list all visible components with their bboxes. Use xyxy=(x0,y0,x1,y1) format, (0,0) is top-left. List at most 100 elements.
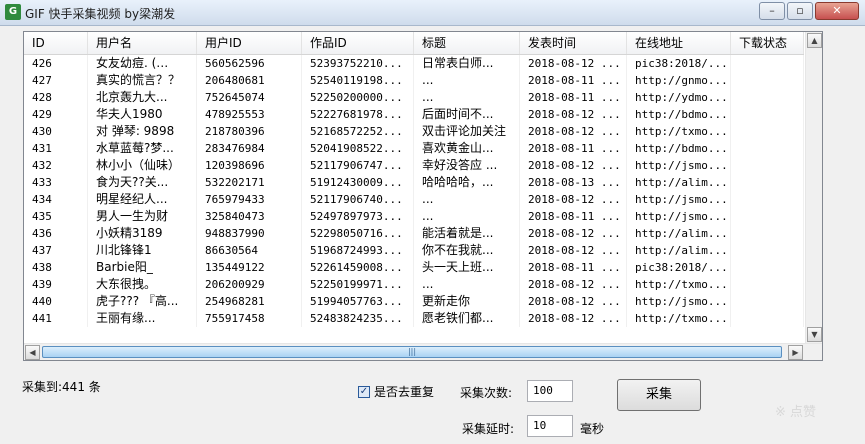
table-row[interactable]: 431 水草蓝莓?梦... 283476984 52041908522... 喜欢黄金山… xyxy=(24,140,804,157)
table-cell: 真实的慌言？？ xyxy=(88,72,197,89)
table-cell: http://ydmo... xyxy=(627,89,731,106)
vertical-scrollbar[interactable]: ▲ ▼ xyxy=(805,32,822,344)
table-row[interactable]: 437 川北锋锋1 86630564 51968724993... 你不在我就... 20… xyxy=(24,242,804,259)
table-cell: 愿老铁们都... xyxy=(414,310,520,327)
table-row[interactable]: 430 对 弹琴: 9898 218780396 52168572252... 双击评论… xyxy=(24,123,804,140)
collected-count: 采集到:441 条 xyxy=(22,380,101,394)
table-row[interactable]: 433 食为天??关... 532202171 51912430009... 哈哈哈哈，… xyxy=(24,174,804,191)
table-cell: ... xyxy=(414,208,520,225)
table-cell: 752645074 xyxy=(197,89,302,106)
table-cell: 2018-08-11 ... xyxy=(520,259,627,276)
column-header[interactable]: 用户名 xyxy=(88,32,197,54)
table-row[interactable]: 438 Barbie阳_ 135449122 52261459008... 头一天上班.… xyxy=(24,259,804,276)
table-cell: 52227681978... xyxy=(302,106,414,123)
table-cell xyxy=(731,276,804,293)
table-cell: 206200929 xyxy=(197,276,302,293)
table-cell: http://txmo... xyxy=(627,123,731,140)
table-cell: 男人一生为财 xyxy=(88,208,197,225)
table-cell: 林小小（仙味） xyxy=(88,157,197,174)
video-list[interactable]: ID 用户名 用户ID 作品ID 标题 发表时间 在线地址 下载状态 426 女友幼痘. (… 5… xyxy=(23,31,823,361)
table-row[interactable]: 439 大东很拽。 206200929 52250199971...... 2018-0… xyxy=(24,276,804,293)
table-cell: 52168572252... xyxy=(302,123,414,140)
table-cell xyxy=(731,72,804,89)
column-header[interactable]: 发表时间 xyxy=(520,32,627,54)
table-cell: http://jsmo... xyxy=(627,157,731,174)
table-cell xyxy=(731,174,804,191)
table-cell: 水草蓝莓?梦... xyxy=(88,140,197,157)
table-cell: 439 xyxy=(24,276,88,293)
table-cell: ... xyxy=(414,89,520,106)
table-cell: 432 xyxy=(24,157,88,174)
table-row[interactable]: 432 林小小（仙味） 120398696 52117906747... 幸好没答应 .… xyxy=(24,157,804,174)
table-cell xyxy=(731,293,804,310)
table-cell: 254968281 xyxy=(197,293,302,310)
table-row[interactable]: 436 小妖精3189 948837990 52298050716... 能活着就是..… xyxy=(24,225,804,242)
table-row[interactable]: 441 王丽有缘... 755917458 52483824235... 愿老铁们都.… xyxy=(24,310,804,327)
table-cell: 436 xyxy=(24,225,88,242)
table-cell: 431 xyxy=(24,140,88,157)
table-row[interactable]: 435 男人一生为财 325840473 52497897973...... 2018-… xyxy=(24,208,804,225)
table-cell: 头一天上班... xyxy=(414,259,520,276)
scroll-up-button[interactable]: ▲ xyxy=(807,33,822,48)
collect-button[interactable]: 采集 xyxy=(617,379,701,411)
delay-unit: 毫秒 xyxy=(580,422,605,436)
table-row[interactable]: 427 真实的慌言？？ 206480681 52540119198...... 2018… xyxy=(24,72,804,89)
table-cell xyxy=(731,55,804,72)
table-cell: 52250199971... xyxy=(302,276,414,293)
close-button[interactable]: ✕ xyxy=(815,2,859,20)
table-cell: 428 xyxy=(24,89,88,106)
column-header[interactable]: 下载状态 xyxy=(731,32,804,54)
scroll-right-button[interactable]: ▶ xyxy=(788,345,803,360)
dedupe-option[interactable]: ✓ 是否去重复 xyxy=(358,383,434,400)
column-header[interactable]: 用户ID xyxy=(197,32,302,54)
table-cell: 755917458 xyxy=(197,310,302,327)
table-cell: 能活着就是... xyxy=(414,225,520,242)
table-cell: 小妖精3189 xyxy=(88,225,197,242)
table-cell xyxy=(731,106,804,123)
table-cell: 52250200000... xyxy=(302,89,414,106)
scroll-down-button[interactable]: ▼ xyxy=(807,327,822,342)
table-cell: 120398696 xyxy=(197,157,302,174)
column-header[interactable]: ID xyxy=(24,32,88,54)
table-row[interactable]: 440 虎子??? 『高... 254968281 51994057763... 更新走… xyxy=(24,293,804,310)
table-cell xyxy=(731,123,804,140)
horizontal-scroll-thumb[interactable]: ||| xyxy=(42,346,782,358)
horizontal-scrollbar[interactable]: ◀ ||| ▶ xyxy=(24,343,822,360)
column-header[interactable]: 在线地址 xyxy=(627,32,731,54)
table-cell xyxy=(731,157,804,174)
table-cell xyxy=(731,225,804,242)
scroll-left-button[interactable]: ◀ xyxy=(25,345,40,360)
table-cell: 2018-08-11 ... xyxy=(520,140,627,157)
table-cell: 52483824235... xyxy=(302,310,414,327)
table-row[interactable]: 429 华夫人1980 478925553 52227681978... 后面时间不..… xyxy=(24,106,804,123)
column-header[interactable]: 作品ID xyxy=(302,32,414,54)
table-cell: http://alim... xyxy=(627,225,731,242)
table-cell: 2018-08-12 ... xyxy=(520,293,627,310)
table-cell: 86630564 xyxy=(197,242,302,259)
table-cell: http://jsmo... xyxy=(627,208,731,225)
title-bar: G GIF 快手采集视频 by梁潮发 – ▫ ✕ xyxy=(0,0,865,26)
table-row[interactable]: 428 北京轰九大... 752645074 52250200000...... 201… xyxy=(24,89,804,106)
table-cell: 2018-08-12 ... xyxy=(520,106,627,123)
delay-label: 采集延时: xyxy=(462,422,515,436)
table-row[interactable]: 426 女友幼痘. (… 560562596 52393752210... 日常表白师.… xyxy=(24,55,804,72)
table-row[interactable]: 434 明星经纪人... 765979433 52117906740...... 201… xyxy=(24,191,804,208)
table-cell: http://alim... xyxy=(627,242,731,259)
count-input[interactable]: 100 xyxy=(527,380,573,402)
table-cell: http://txmo... xyxy=(627,276,731,293)
table-cell: 幸好没答应 ... xyxy=(414,157,520,174)
window-title: GIF 快手采集视频 by梁潮发 xyxy=(25,7,176,21)
app-icon: G xyxy=(5,4,21,20)
table-cell xyxy=(731,259,804,276)
dedupe-checkbox[interactable]: ✓ xyxy=(358,385,370,398)
delay-input[interactable]: 10 xyxy=(527,415,573,437)
table-cell: 51912430009... xyxy=(302,174,414,191)
table-cell: 后面时间不... xyxy=(414,106,520,123)
table-cell: ... xyxy=(414,191,520,208)
table-cell: pic38:2018/... xyxy=(627,55,731,72)
column-header[interactable]: 标题 xyxy=(414,32,520,54)
minimize-button[interactable]: – xyxy=(759,2,785,20)
table-cell xyxy=(731,191,804,208)
maximize-button[interactable]: ▫ xyxy=(787,2,813,20)
list-header: ID 用户名 用户ID 作品ID 标题 发表时间 在线地址 下载状态 xyxy=(24,32,804,55)
